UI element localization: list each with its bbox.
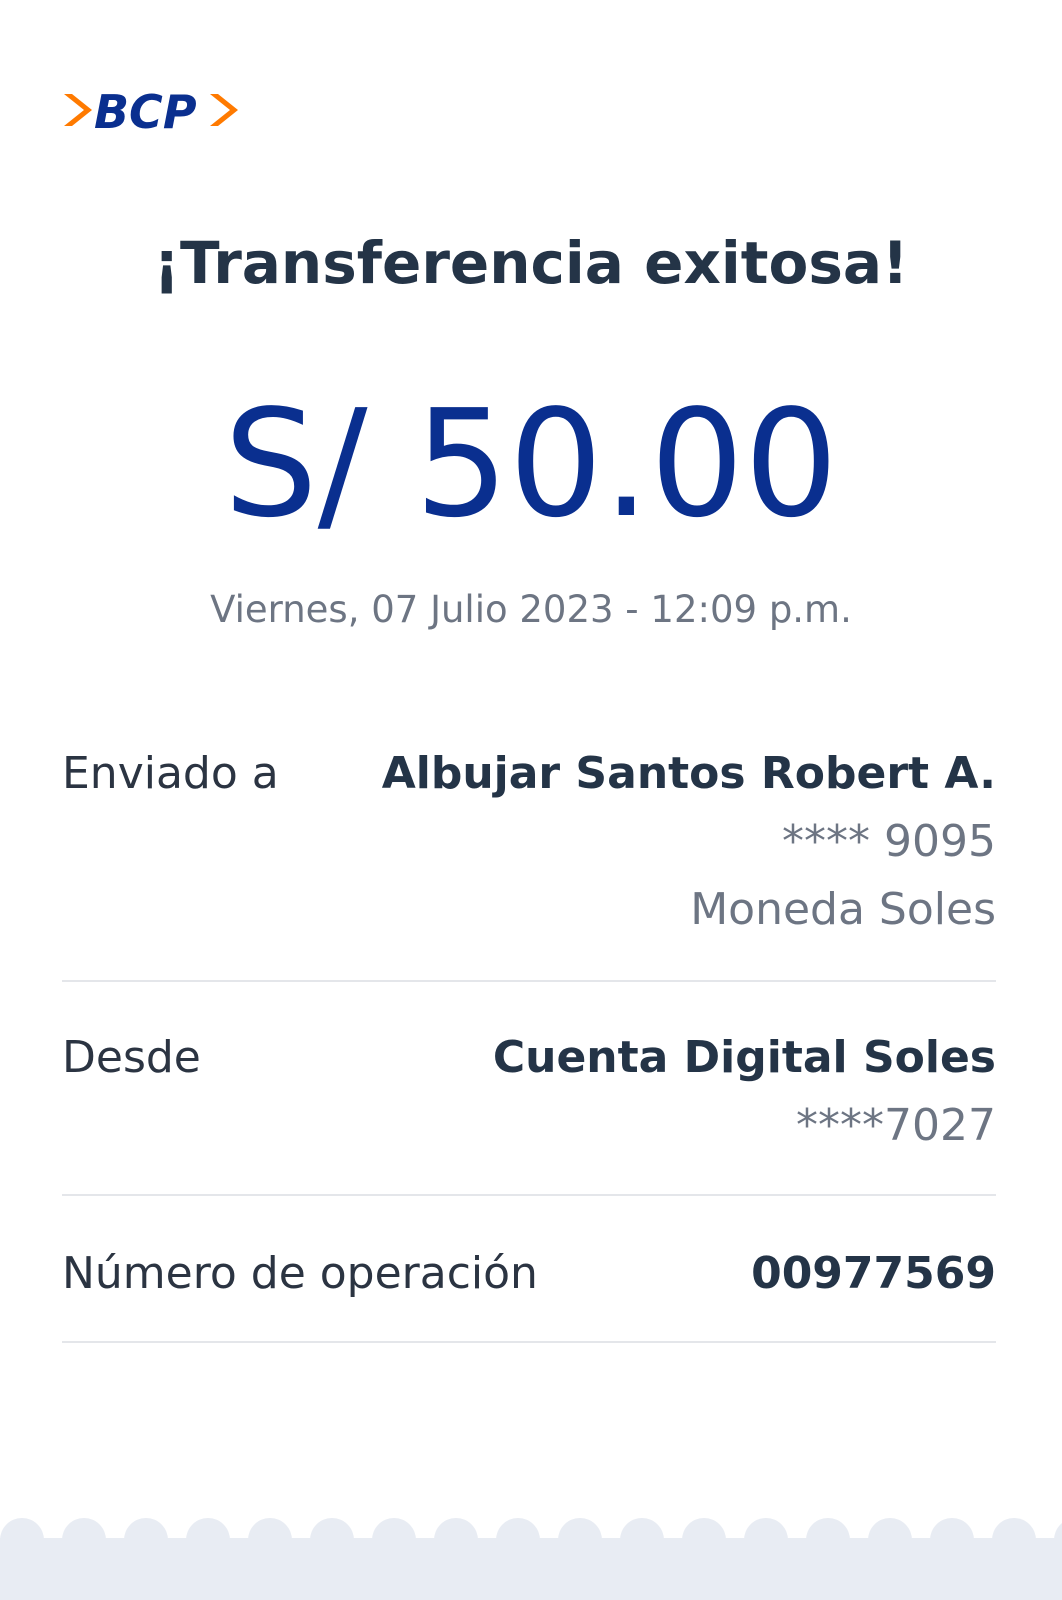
recipient-account: **** 9095 (782, 816, 996, 867)
operation-number: 00977569 (751, 1248, 996, 1299)
receipt-scalloped-edge (0, 1518, 1062, 1540)
from-account-name: Cuenta Digital Soles (492, 1032, 996, 1083)
scallop (496, 1518, 540, 1540)
scallop (620, 1518, 664, 1540)
receipt-footer (0, 1538, 1062, 1600)
scallop (806, 1518, 850, 1540)
scallop (682, 1518, 726, 1540)
transfer-datetime: Viernes, 07 Julio 2023 - 12:09 p.m. (210, 588, 852, 631)
divider (62, 1341, 996, 1343)
scallop (62, 1518, 106, 1540)
scallop (744, 1518, 788, 1540)
scallop (186, 1518, 230, 1540)
scallop (372, 1518, 416, 1540)
recipient-currency: Moneda Soles (690, 884, 996, 935)
operation-values: 00977569 (751, 1252, 996, 1296)
page-title: ¡Transferencia exitosa! (153, 229, 909, 297)
transfer-amount: S/ 50.00 (223, 378, 839, 550)
scallop (434, 1518, 478, 1540)
transfer-receipt: BCP ¡Transferencia exitosa! S/ 50.00 Vie… (0, 0, 1062, 1600)
scallop (868, 1518, 912, 1540)
scallop (124, 1518, 168, 1540)
scallop (930, 1518, 974, 1540)
divider (62, 980, 996, 982)
scallop (1054, 1523, 1062, 1540)
sent-to-values: Albujar Santos Robert A. **** 9095 Moned… (382, 752, 996, 932)
divider (62, 1194, 996, 1196)
scallop (310, 1518, 354, 1540)
scallop (248, 1518, 292, 1540)
from-label: Desde (62, 1032, 201, 1083)
scallop (0, 1518, 44, 1540)
scallop (558, 1518, 602, 1540)
bcp-logo: BCP (62, 84, 242, 136)
recipient-name: Albujar Santos Robert A. (381, 748, 996, 799)
from-account-number: ****7027 (796, 1100, 996, 1151)
from-values: Cuenta Digital Soles ****7027 (493, 1036, 996, 1148)
sent-to-label: Enviado a (62, 748, 279, 799)
scallop (992, 1518, 1036, 1540)
operation-label: Número de operación (62, 1248, 538, 1299)
svg-text:BCP: BCP (94, 85, 197, 136)
